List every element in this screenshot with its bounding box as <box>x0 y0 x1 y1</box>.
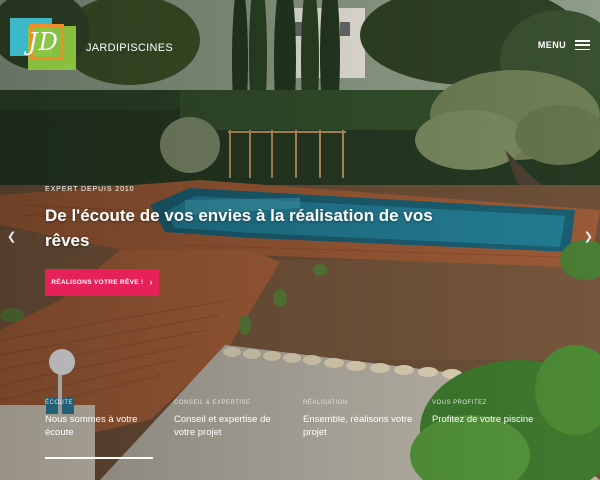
cta-button[interactable]: RÉALISONS VOTRE RÊVE ! › <box>45 269 159 296</box>
step-realisation[interactable]: RÉALISATION Ensemble, réalisons votre pr… <box>303 400 415 439</box>
hamburger-icon <box>575 40 590 50</box>
slider-prev-button[interactable]: ❮ <box>7 230 16 243</box>
logo-letters: JD <box>28 28 59 56</box>
step-ecoute[interactable]: ÉCOUTE Nous sommes à votre écoute <box>45 400 157 459</box>
slider-next-button[interactable]: ❯ <box>584 230 593 243</box>
menu-label: MENU <box>537 40 566 50</box>
step-label: ÉCOUTE <box>45 400 74 406</box>
menu-button[interactable]: MENU <box>538 40 590 50</box>
step-title: Ensemble, réalisons votre projet <box>303 414 413 438</box>
step-title: Profitez de votre piscine <box>432 414 534 425</box>
hero-eyebrow: EXPERT DEPUIS 2010 <box>45 186 135 193</box>
chevron-left-icon: ❮ <box>7 231 17 243</box>
site-header: JD JARDIPISCINES MENU <box>0 0 600 78</box>
step-label: VOUS PROFITEZ <box>432 400 487 406</box>
cta-label: RÉALISONS VOTRE RÊVE ! <box>51 279 144 286</box>
process-steps: ÉCOUTE Nous sommes à votre écoute CONSEI… <box>45 400 565 470</box>
logo[interactable]: JD <box>10 18 82 70</box>
step-conseil[interactable]: CONSEIL & EXPERTISE Conseil et expertise… <box>174 400 286 439</box>
hero-headline: De l'écoute de vos envies à la réalisati… <box>45 206 433 250</box>
chevron-right-icon: ❯ <box>583 231 593 243</box>
brand-name[interactable]: JARDIPISCINES <box>86 42 173 54</box>
step-title: Conseil et expertise de votre projet <box>174 414 271 438</box>
step-profitez[interactable]: VOUS PROFITEZ Profitez de votre piscine <box>432 400 544 426</box>
step-progress-bar <box>45 457 153 459</box>
step-label: RÉALISATION <box>303 400 348 406</box>
step-label: CONSEIL & EXPERTISE <box>174 400 251 406</box>
step-title: Nous sommes à votre écoute <box>45 414 138 438</box>
chevron-right-icon: › <box>149 277 153 287</box>
